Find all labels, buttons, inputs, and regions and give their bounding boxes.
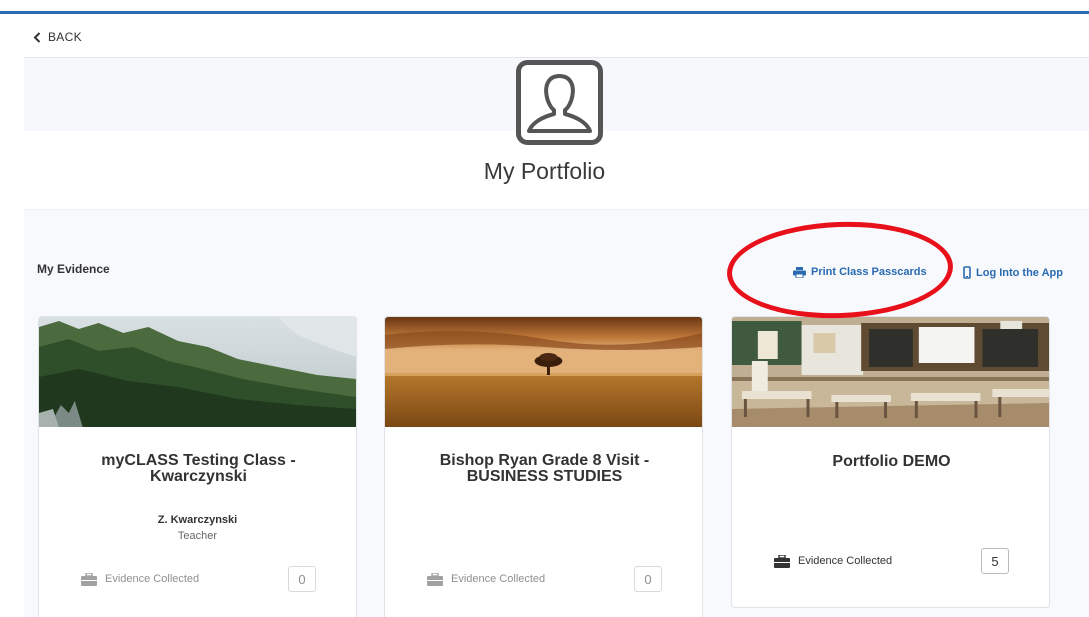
print-class-passcards-link[interactable]: Print Class Passcards <box>793 266 927 278</box>
forest-mountain-photo <box>39 317 356 427</box>
class-card[interactable]: Bishop Ryan Grade 8 Visit - BUSINESS STU… <box>384 316 703 617</box>
card-title: Bishop Ryan Grade 8 Visit - BUSINESS STU… <box>439 452 650 485</box>
card-title: Portfolio DEMO <box>832 453 951 470</box>
chevron-left-icon <box>33 31 41 43</box>
evidence-row: Evidence Collected 0 <box>81 565 316 593</box>
evidence-row: Evidence Collected 5 <box>774 547 1009 575</box>
page-title: My Portfolio <box>483 158 606 184</box>
card-title: myCLASS Testing Class - Kwarczynski <box>101 452 296 485</box>
mobile-phone-icon <box>963 266 971 279</box>
evidence-row: Evidence Collected 0 <box>427 565 662 593</box>
briefcase-icon <box>427 572 443 586</box>
teacher-name: Z. Kwarczynski <box>157 514 238 526</box>
evidence-label: Evidence Collected <box>105 573 200 585</box>
back-button[interactable]: BACK <box>33 29 82 45</box>
evidence-count: 0 <box>288 566 316 592</box>
log-into-app-link[interactable]: Log Into the App <box>963 266 1063 279</box>
class-card[interactable]: myCLASS Testing Class - Kwarczynski Z. K… <box>38 316 357 617</box>
class-card[interactable]: Portfolio DEMO Evidence Collected 5 <box>731 316 1050 608</box>
print-class-passcards-label: Print Class Passcards <box>811 266 927 278</box>
log-into-app-label: Log Into the App <box>976 266 1063 279</box>
teacher-role: Teacher <box>177 530 218 542</box>
evidence-label: Evidence Collected <box>798 555 893 567</box>
classroom-photo <box>732 317 1049 427</box>
evidence-count: 0 <box>634 566 662 592</box>
user-portrait-icon <box>516 60 603 145</box>
briefcase-icon <box>774 554 790 568</box>
section-title: My Evidence <box>37 262 110 276</box>
evidence-label: Evidence Collected <box>451 573 546 585</box>
printer-icon <box>793 266 806 278</box>
page: BACK My Portfolio My Evidence Print Clas… <box>0 0 1089 617</box>
top-accent-bar <box>0 11 1089 14</box>
back-label: BACK <box>48 30 82 44</box>
wheat-field-tree-photo <box>385 317 702 427</box>
evidence-count: 5 <box>981 548 1009 574</box>
briefcase-icon <box>81 572 97 586</box>
